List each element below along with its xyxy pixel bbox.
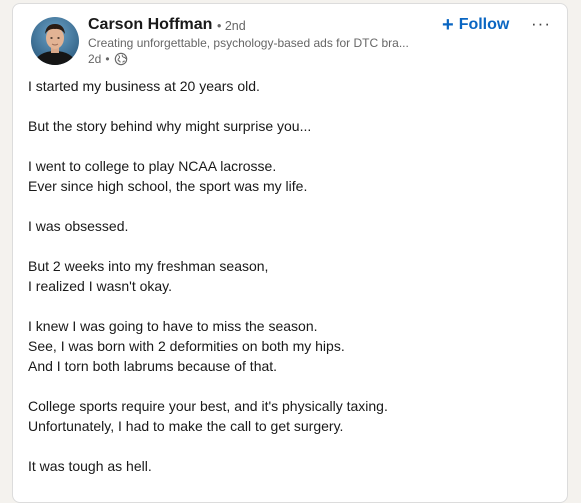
post-line: And I torn both labrums because of that. [28, 358, 278, 374]
post-line: It was tough as hell. [28, 458, 152, 474]
post-line [28, 96, 548, 116]
meta-separator: • [105, 52, 110, 66]
follow-button[interactable]: + Follow [442, 13, 509, 37]
post-line: Unfortunately, I had to make the call to… [28, 418, 344, 434]
post-line: I went to college to play NCAA lacrosse. [28, 158, 277, 174]
post-line: I was obsessed. [28, 218, 129, 234]
author-avatar[interactable] [31, 17, 79, 65]
post-line: But 2 weeks into my freshman season, [28, 258, 269, 274]
post-line [28, 436, 548, 456]
post-line: Ever since high school, the sport was my… [28, 178, 308, 194]
post-line [28, 296, 548, 316]
globe-icon [114, 52, 128, 66]
avatar-photo [31, 17, 79, 65]
post-line: I started my business at 20 years old. [28, 78, 260, 94]
post-line [28, 136, 548, 156]
post-time: 2d [88, 52, 102, 66]
post-line [28, 376, 548, 396]
post-card: Carson Hoffman • 2nd Creating unforgetta… [12, 3, 568, 503]
follow-label: Follow [458, 16, 510, 33]
post-meta: 2d • [88, 52, 128, 66]
post-line: But the story behind why might surprise … [28, 118, 312, 134]
post-line [28, 196, 548, 216]
author-headline[interactable]: Creating unforgettable, psychology-based… [88, 36, 433, 50]
connection-degree: • 2nd [217, 19, 246, 33]
post-line: I realized I wasn't okay. [28, 278, 173, 294]
post-body: I started my business at 20 years old. B… [28, 76, 548, 476]
author-name[interactable]: Carson Hoffman [88, 16, 212, 34]
post-line: I knew I was going to have to miss the s… [28, 318, 318, 334]
more-options-button[interactable]: ··· [529, 12, 553, 36]
post-line: College sports require your best, and it… [28, 398, 388, 414]
post-line: See, I was born with 2 deformities on bo… [28, 338, 345, 354]
plus-icon: + [442, 14, 454, 36]
post-line [28, 236, 548, 256]
more-icon: ··· [531, 14, 551, 33]
